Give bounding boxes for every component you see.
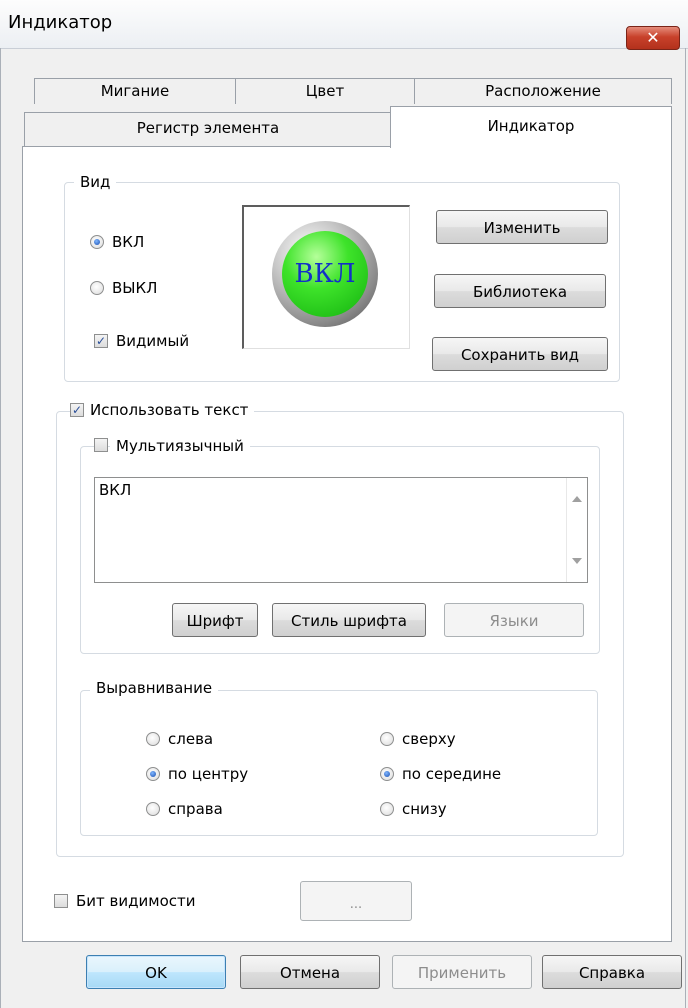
tab-label: Индикатор xyxy=(487,117,575,135)
align-top-radio[interactable] xyxy=(380,732,394,746)
use-text-label: Использовать текст xyxy=(84,400,255,420)
close-button[interactable]: ✕ xyxy=(626,26,680,50)
view-legend: Вид xyxy=(74,172,117,192)
vertical-scrollbar[interactable] xyxy=(566,478,587,582)
lamp-text: ВКЛ xyxy=(282,231,368,317)
title-bar: Индикатор ✕ xyxy=(0,0,688,50)
visible-label: Видимый xyxy=(116,332,190,350)
align-left-radio[interactable] xyxy=(146,732,160,746)
align-middle-label: по середине xyxy=(402,765,502,783)
change-button[interactable]: Изменить xyxy=(436,210,608,244)
align-center-label: по центру xyxy=(168,765,249,783)
state-on-radio[interactable] xyxy=(90,235,104,249)
align-right-label: справа xyxy=(168,800,223,818)
align-middle-radio[interactable] xyxy=(380,767,394,781)
save-view-button[interactable]: Сохранить вид xyxy=(432,337,608,371)
align-bottom-label: снизу xyxy=(402,800,447,818)
tab-color[interactable]: Цвет xyxy=(235,78,415,104)
languages-button[interactable]: Языки xyxy=(444,603,584,637)
visibility-bit-label: Бит видимости xyxy=(76,892,196,910)
tab-label: Цвет xyxy=(305,82,345,100)
tab-label: Регистр элемента xyxy=(136,119,280,137)
align-center-radio[interactable] xyxy=(146,767,160,781)
align-top-label: сверху xyxy=(402,730,456,748)
window-title: Индикатор xyxy=(8,12,113,33)
multilang-checkbox[interactable] xyxy=(94,438,108,452)
visible-checkbox[interactable]: ✓ xyxy=(94,334,108,348)
lamp-icon: ВКЛ xyxy=(272,221,378,327)
align-right-radio[interactable] xyxy=(146,802,160,816)
scroll-up-icon[interactable] xyxy=(572,496,582,502)
font-style-button[interactable]: Стиль шрифта xyxy=(272,603,426,637)
tab-position[interactable]: Расположение xyxy=(414,78,672,104)
apply-button[interactable]: Применить xyxy=(392,955,532,989)
tab-label: Мигание xyxy=(100,82,170,100)
tab-element-register[interactable]: Регистр элемента xyxy=(24,112,392,147)
close-icon: ✕ xyxy=(646,28,660,47)
align-left-label: слева xyxy=(168,730,214,748)
text-input[interactable]: ВКЛ xyxy=(94,477,588,583)
ok-button[interactable]: OK xyxy=(86,955,226,989)
cancel-button[interactable]: Отмена xyxy=(240,955,380,989)
visibility-bit-checkbox[interactable] xyxy=(54,894,68,908)
use-text-checkbox[interactable]: ✓ xyxy=(70,403,84,417)
help-button[interactable]: Справка xyxy=(542,955,682,989)
visibility-bit-browse-button[interactable]: ... xyxy=(300,881,412,921)
indicator-preview: ВКЛ xyxy=(242,205,410,349)
state-off-label: ВЫКЛ xyxy=(112,279,158,297)
state-on-label: ВКЛ xyxy=(112,233,145,251)
state-off-radio[interactable] xyxy=(90,281,104,295)
tab-indicator[interactable]: Индикатор xyxy=(390,106,672,148)
text-value: ВКЛ xyxy=(99,481,132,499)
scroll-down-icon[interactable] xyxy=(572,558,582,564)
font-button[interactable]: Шрифт xyxy=(172,603,258,637)
multilang-label: Мультиязычный xyxy=(110,436,250,456)
tab-blink[interactable]: Мигание xyxy=(34,78,236,104)
library-button[interactable]: Библиотека xyxy=(434,274,606,308)
tab-label: Расположение xyxy=(485,82,601,100)
alignment-legend: Выравнивание xyxy=(90,678,219,698)
align-bottom-radio[interactable] xyxy=(380,802,394,816)
